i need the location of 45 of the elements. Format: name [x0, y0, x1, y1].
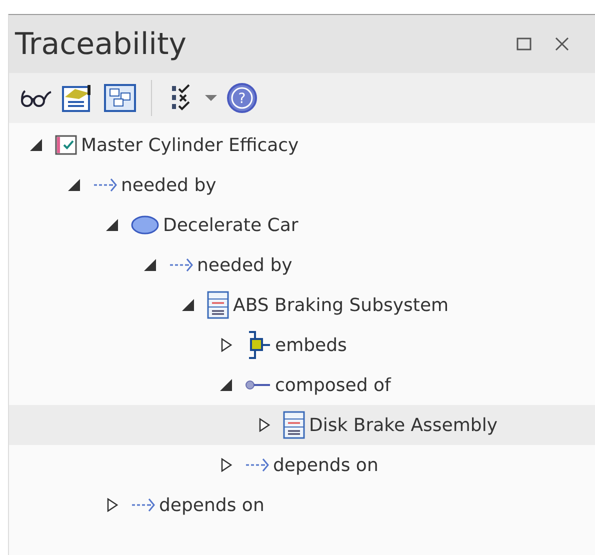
tree-item-label: depends on	[159, 494, 264, 516]
tree-row[interactable]: Master Cylinder Efficacy	[9, 125, 595, 165]
tree-item-label: ABS Braking Subsystem	[233, 294, 449, 316]
expand-icon[interactable]	[105, 498, 119, 512]
dashed-arrow-icon	[245, 458, 269, 472]
expand-icon[interactable]	[219, 338, 233, 352]
maximize-icon[interactable]	[515, 35, 533, 53]
tree-item-label: depends on	[273, 454, 378, 476]
diagram-icon[interactable]	[103, 83, 137, 113]
collapse-icon[interactable]	[105, 218, 119, 232]
tree-row[interactable]: needed by	[9, 245, 595, 285]
ellipse-icon	[131, 215, 159, 235]
requirement-icon	[55, 135, 77, 155]
tree-item-label: needed by	[121, 174, 216, 196]
expand-icon[interactable]	[219, 458, 233, 472]
tree-item-label: embeds	[275, 334, 347, 356]
collapse-icon[interactable]	[219, 378, 233, 392]
tree-row[interactable]: needed by	[9, 165, 595, 205]
tree-row[interactable]: depends on	[9, 485, 595, 525]
caret-icon[interactable]	[204, 93, 218, 103]
tree-item-label: composed of	[275, 374, 391, 396]
collapse-icon[interactable]	[29, 138, 43, 152]
tree-row[interactable]: Decelerate Car	[9, 205, 595, 245]
tree-row[interactable]: composed of	[9, 365, 595, 405]
panel-title: Traceability	[15, 26, 187, 62]
dashed-arrow-icon	[169, 258, 193, 272]
tree-row[interactable]: embeds	[9, 325, 595, 365]
selected-row-highlight[interactable]: Disk Brake Assembly	[9, 405, 595, 445]
collapse-icon[interactable]	[67, 178, 81, 192]
expand-icon[interactable]	[257, 418, 271, 432]
help-icon[interactable]: ?	[226, 82, 258, 114]
tree-item-label: Decelerate Car	[163, 214, 298, 236]
collapse-icon[interactable]	[143, 258, 157, 272]
composition-icon	[245, 379, 271, 391]
tree-item-label: needed by	[197, 254, 292, 276]
dashed-arrow-icon	[93, 178, 117, 192]
block-icon	[207, 291, 229, 319]
block-icon	[283, 411, 305, 439]
collapse-icon[interactable]	[181, 298, 195, 312]
close-icon[interactable]	[553, 35, 571, 53]
tree-item-label: Master Cylinder Efficacy	[81, 134, 299, 156]
tree-row[interactable]: ABS Braking Subsystem	[9, 285, 595, 325]
dashed-arrow-icon	[131, 498, 155, 512]
tree-row[interactable]: depends on	[9, 445, 595, 485]
tree-item-label: Disk Brake Assembly	[309, 414, 498, 436]
